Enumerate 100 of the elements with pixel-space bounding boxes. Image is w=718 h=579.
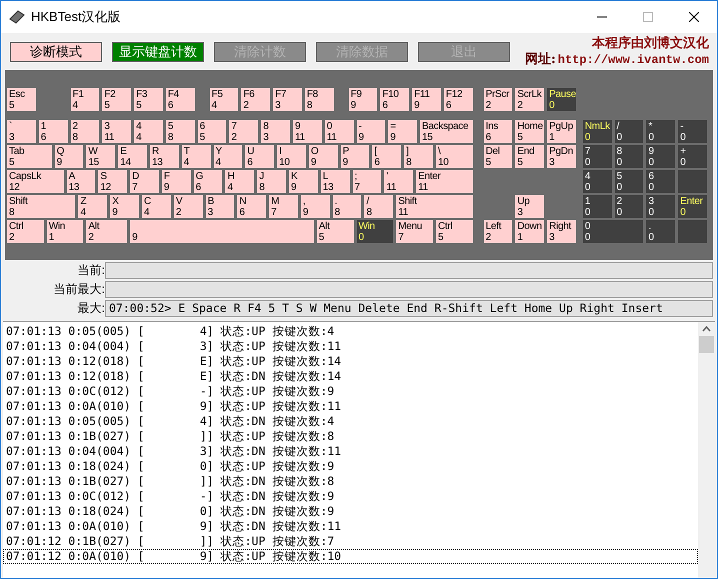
log-row[interactable]: 07:01:13 0:12(018) [ E] 状态:DN 按键次数:14 [3, 369, 698, 384]
key-label: A [68, 171, 75, 182]
key-count: 4 [72, 100, 78, 111]
key-count: 6 [40, 132, 46, 143]
key-count: 0 [616, 207, 622, 218]
key-label: 9 [648, 146, 654, 157]
key-label: Backspace [422, 121, 468, 132]
key-count: 0 [584, 232, 590, 243]
key-count: 0 [648, 132, 654, 143]
key-count: 0 [584, 182, 590, 193]
key-count: 0 [648, 157, 654, 168]
key-count: 8 [72, 132, 78, 143]
key-label: V [176, 196, 182, 207]
key-label: Left [486, 221, 502, 232]
key-label: C [144, 196, 151, 207]
key-label: / [366, 196, 369, 207]
blank-key [678, 220, 707, 243]
key-label: Shift [398, 196, 417, 207]
site-link[interactable]: http://www.ivantw.com [558, 52, 709, 68]
log-row[interactable]: 07:01:12 0:1B(027) [ ]] 状态:UP 按键次数:7 [3, 534, 698, 549]
key-label: B [208, 196, 214, 207]
key-label: \ [438, 146, 440, 157]
key-count: 2 [176, 207, 182, 218]
key-label: Ins [486, 121, 498, 132]
key-label: Enter [680, 196, 703, 207]
log-row[interactable]: 07:01:13 0:05(005) [ 4] 状态:UP 按键次数:4 [3, 324, 698, 339]
key-label: Alt [318, 221, 330, 232]
log-row[interactable]: 07:01:13 0:1B(027) [ ]] 状态:UP 按键次数:8 [3, 429, 698, 444]
log-row[interactable]: 07:01:13 0:0C(012) [ -] 状态:UP 按键次数:9 [3, 384, 698, 399]
key-label: F [164, 171, 170, 182]
key-label: Del [486, 146, 500, 157]
log-row[interactable]: 07:01:13 0:0A(010) [ 9] 状态:UP 按键次数:11 [3, 399, 698, 414]
key-label: Win [358, 221, 375, 232]
toolbar-button[interactable]: 诊断模式 [10, 42, 102, 62]
log-row[interactable]: 07:01:12 0:0A(010) [ 9] 状态:UP 按键次数:10 [3, 549, 698, 564]
key-count: 9 [310, 157, 316, 168]
key-label: F5 [212, 89, 223, 100]
key-label: 5 [168, 121, 174, 132]
key-count: 2 [9, 232, 14, 243]
key-label: W [88, 146, 98, 157]
log-row[interactable]: 07:01:13 0:18(024) [ 0] 状态:DN 按键次数:9 [3, 504, 698, 519]
log-row[interactable]: 07:01:13 0:05(005) [ 4] 状态:DN 按键次数:4 [3, 414, 698, 429]
key-label: Q [56, 146, 64, 157]
key-label: 1 [584, 196, 590, 207]
key-label: R [152, 146, 159, 157]
key-count: 11 [104, 132, 114, 143]
key-label: Win [48, 221, 66, 232]
key-count: 8 [306, 100, 312, 111]
key-label: 2 [72, 121, 78, 132]
key-label: P [342, 146, 349, 157]
log-row[interactable]: 07:01:13 0:04(004) [ 3] 状态:DN 按键次数:11 [3, 444, 698, 459]
key-count: 4 [216, 157, 221, 168]
log-row[interactable]: 07:01:13 0:04(004) [ 3] 状态:UP 按键次数:11 [3, 339, 698, 354]
info-label: 当前最大: [52, 281, 105, 298]
log-row[interactable]: 07:01:13 0:12(018) [ E] 状态:UP 按键次数:14 [3, 354, 698, 369]
scrollbar[interactable] [698, 322, 715, 578]
key-label: Ctrl [9, 221, 24, 232]
key-label: F6 [243, 89, 254, 100]
log-row[interactable]: 07:01:13 0:1B(027) [ ]] 状态:DN 按键次数:8 [3, 474, 698, 489]
key-count: 8 [168, 132, 174, 143]
key-count: 4 [80, 207, 86, 218]
key-count: 11 [294, 132, 305, 143]
key-count: 5 [9, 157, 14, 168]
toolbar-button[interactable]: 显示键盘计数 [112, 42, 204, 62]
key-label: 7 [584, 146, 590, 157]
key-label: 4 [136, 121, 142, 132]
key-label: D [132, 171, 140, 182]
key-label: NmLk [584, 121, 610, 132]
key-count: 5 [486, 157, 491, 168]
key-label: S [100, 171, 107, 182]
key-count: 8 [406, 157, 412, 168]
key-label: 4 [584, 171, 590, 182]
key-count: 11 [386, 182, 396, 193]
key-count: 13 [152, 157, 162, 168]
key-label: . [648, 221, 651, 232]
key-label: 9 [294, 121, 300, 132]
key-label: 5 [616, 171, 622, 182]
key-count: 12 [9, 182, 20, 193]
log-row[interactable]: 07:01:13 0:0A(010) [ 9] 状态:DN 按键次数:11 [3, 519, 698, 534]
log-row[interactable]: 07:01:13 0:18(024) [ 0] 状态:UP 按键次数:9 [3, 459, 698, 474]
log-row[interactable]: 07:01:13 0:0C(012) [ -] 状态:DN 按键次数:9 [3, 489, 698, 504]
key-count: 11 [398, 207, 408, 218]
key-count: 0 [358, 232, 364, 243]
key-count: 4 [212, 100, 217, 111]
key-count: 0 [584, 132, 590, 143]
key-count: 2 [486, 100, 491, 111]
key-label: Right [549, 221, 572, 232]
key-label: 8 [263, 121, 268, 132]
key-label: F9 [350, 89, 362, 100]
key-label: Pause [549, 89, 576, 100]
scroll-thumb[interactable] [699, 336, 714, 353]
key-count: 5 [517, 132, 523, 143]
key-count: 8 [9, 207, 14, 218]
key-label: . [334, 196, 338, 207]
key-count: 3 [517, 207, 523, 218]
info-field: 07:00:52> E Space R F4 5 T S W Menu Delete End R-Shift Left Home Up Right Insert [105, 300, 713, 317]
key-count: 14 [120, 157, 131, 168]
key-count: 0 [648, 182, 654, 193]
key-label: / [616, 121, 620, 132]
app-icon [9, 10, 25, 24]
